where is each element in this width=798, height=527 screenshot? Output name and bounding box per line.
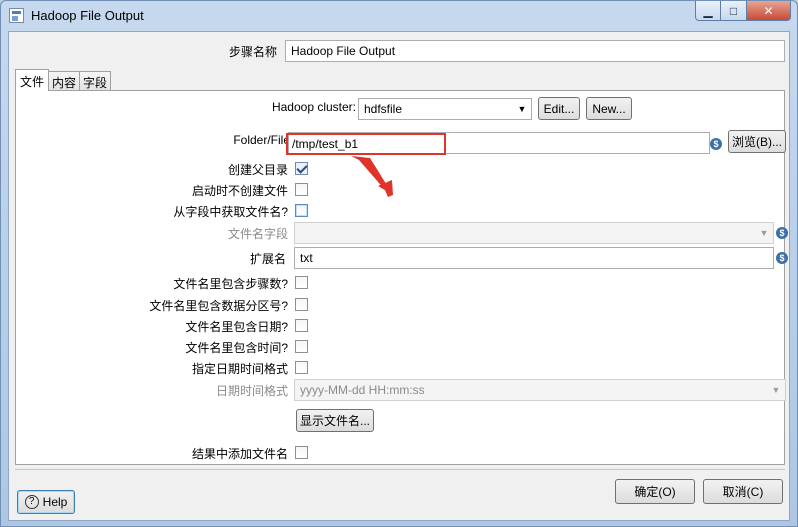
cancel-button[interactable]: 取消(C) <box>703 479 783 504</box>
date-time-format-select[interactable]: yyyy-MM-dd HH:mm:ss ▼ <box>294 379 786 401</box>
step-name-input[interactable]: Hadoop File Output <box>285 40 785 62</box>
dialog-window: Hadoop File Output ▁ □ ✕ 步骤名称 Hadoop Fil… <box>0 0 798 527</box>
help-icon: ? <box>24 495 39 509</box>
minimize-icon: ▁ <box>703 3 713 18</box>
variable-icon: $ <box>776 252 788 264</box>
include-partnr-label: 文件名里包含数据分区号? <box>149 299 288 313</box>
filename-field-select[interactable]: ▼ <box>294 222 774 244</box>
specify-format-label: 指定日期时间格式 <box>191 362 288 376</box>
new-cluster-button[interactable]: New... <box>586 97 632 120</box>
show-filenames-button[interactable]: 显示文件名... <box>296 409 374 432</box>
folder-file-value: /tmp/test_b1 <box>286 133 446 155</box>
include-time-checkbox[interactable] <box>295 340 308 353</box>
filename-from-field-checkbox[interactable] <box>295 204 308 217</box>
date-time-format-value: yyyy-MM-dd HH:mm:ss <box>300 383 425 397</box>
browse-button[interactable]: 浏览(B)... <box>728 130 786 153</box>
folder-file-label: Folder/File <box>233 133 290 147</box>
no-create-on-start-checkbox[interactable] <box>295 183 308 196</box>
maximize-button[interactable]: □ <box>721 1 747 21</box>
close-icon: ✕ <box>763 3 774 18</box>
create-parent-checkbox[interactable] <box>295 162 308 175</box>
tab-content[interactable]: 内容 <box>48 71 81 91</box>
chevron-down-icon: ▼ <box>759 228 769 238</box>
include-partnr-checkbox[interactable] <box>295 298 308 311</box>
minimize-button[interactable]: ▁ <box>695 1 721 21</box>
close-button[interactable]: ✕ <box>747 1 791 21</box>
step-name-label: 步骤名称 <box>228 45 277 59</box>
app-icon <box>9 8 24 23</box>
maximize-icon: □ <box>729 3 738 18</box>
help-label: Help <box>42 495 68 509</box>
filename-from-field-label: 从字段中获取文件名? <box>173 205 288 219</box>
include-date-label: 文件名里包含日期? <box>185 320 288 334</box>
file-tab-panel: Hadoop cluster: hdfsfile ▼ Edit... New..… <box>15 90 788 465</box>
no-create-on-start-label: 启动时不创建文件 <box>191 184 288 198</box>
hadoop-cluster-value: hdfsfile <box>364 102 403 116</box>
window-controls: ▁ □ ✕ <box>695 1 791 21</box>
variable-icon: $ <box>710 138 722 150</box>
tab-bar: 文件 内容 字段 <box>15 69 112 91</box>
hadoop-cluster-select[interactable]: hdfsfile ▼ <box>358 98 532 120</box>
extension-label: 扩展名 <box>249 252 286 266</box>
date-time-format-label: 日期时间格式 <box>215 384 288 398</box>
include-stepnr-label: 文件名里包含步骤数? <box>173 277 288 291</box>
help-button[interactable]: ? Help <box>17 490 75 514</box>
include-time-label: 文件名里包含时间? <box>185 341 288 355</box>
filename-field-label: 文件名字段 <box>227 227 288 241</box>
chevron-down-icon: ▼ <box>771 385 781 395</box>
window-title: Hadoop File Output <box>31 8 144 23</box>
title-bar[interactable]: Hadoop File Output ▁ □ ✕ <box>1 1 797 31</box>
chevron-down-icon: ▼ <box>517 104 527 114</box>
add-to-result-checkbox[interactable] <box>295 446 308 459</box>
edit-cluster-button[interactable]: Edit... <box>538 97 580 120</box>
hadoop-cluster-label: Hadoop cluster: <box>271 100 356 114</box>
tab-fields[interactable]: 字段 <box>79 71 112 91</box>
include-stepnr-checkbox[interactable] <box>295 276 308 289</box>
variable-icon: $ <box>776 227 788 239</box>
extension-input[interactable]: txt <box>294 247 774 269</box>
include-date-checkbox[interactable] <box>295 319 308 332</box>
footer-separator <box>15 469 785 470</box>
specify-format-checkbox[interactable] <box>295 361 308 374</box>
tab-file[interactable]: 文件 <box>15 69 50 91</box>
create-parent-label: 创建父目录 <box>227 163 288 177</box>
ok-button[interactable]: 确定(O) <box>615 479 695 504</box>
dialog-client: 步骤名称 Hadoop File Output 文件 内容 字段 Hadoop … <box>8 31 790 521</box>
add-to-result-label: 结果中添加文件名 <box>191 447 288 461</box>
